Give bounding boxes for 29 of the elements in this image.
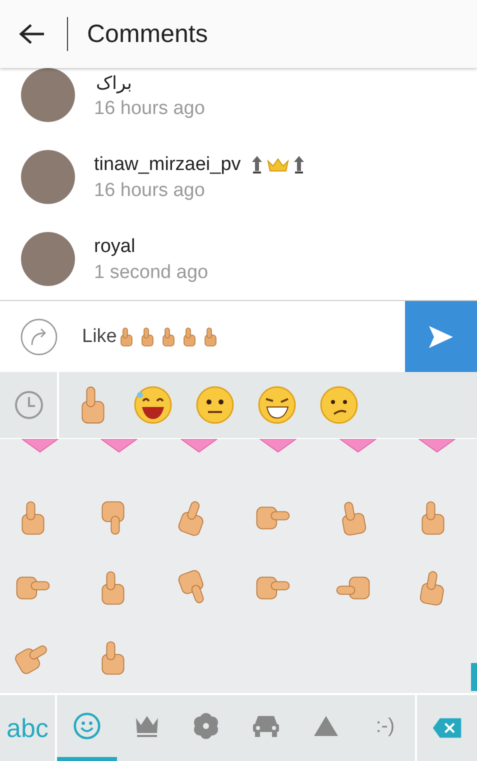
back-arrow-icon[interactable] <box>19 23 45 45</box>
crown-icon <box>266 158 289 172</box>
laughing-face-icon[interactable] <box>257 385 297 425</box>
clock-icon[interactable] <box>14 390 44 420</box>
comment-time: 16 hours ago <box>94 180 206 202</box>
avatar-placeholder[interactable] <box>21 68 75 122</box>
grinning-sweat-face-icon[interactable] <box>133 385 173 425</box>
avatar-placeholder[interactable] <box>21 232 75 286</box>
scroll-indicator <box>471 663 477 691</box>
up-arrow-icon <box>292 156 305 174</box>
confused-face-icon[interactable] <box>319 385 359 425</box>
username[interactable]: tinaw_mirzaei_pv <box>94 154 241 176</box>
neutral-face-icon[interactable] <box>195 385 235 425</box>
username[interactable]: royal <box>94 236 136 258</box>
flower-icon <box>192 712 220 740</box>
up-arrow-icon <box>250 156 263 174</box>
page-title: Comments <box>87 20 208 48</box>
send-button[interactable] <box>405 301 477 372</box>
comment-text: براک <box>95 72 133 96</box>
backspace-icon <box>432 717 462 739</box>
send-icon <box>428 324 454 348</box>
car-icon <box>252 714 280 738</box>
comment-time: 1 second ago <box>94 262 208 284</box>
triangle-icon <box>312 715 339 737</box>
comment-time: 16 hours ago <box>94 98 205 120</box>
comment-input-field[interactable]: Like <box>82 301 405 372</box>
avatar-placeholder[interactable] <box>21 150 75 204</box>
smiley-icon <box>72 712 101 740</box>
crown-icon <box>134 714 160 738</box>
